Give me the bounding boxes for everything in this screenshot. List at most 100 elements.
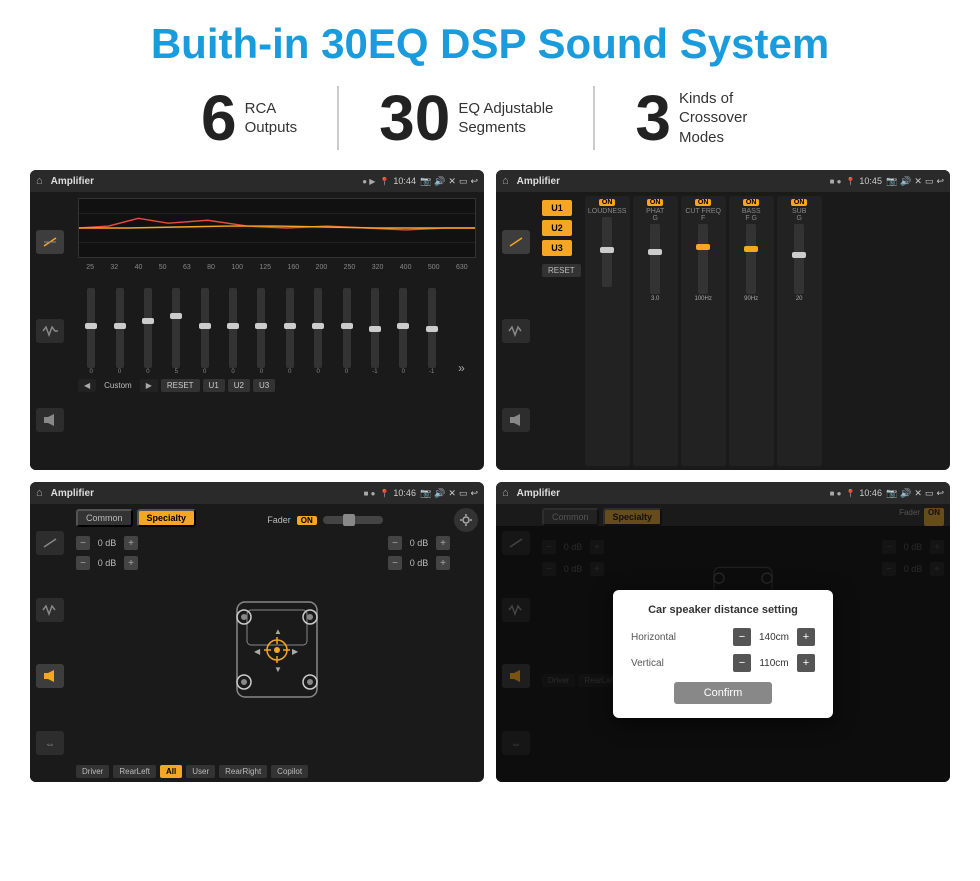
fader-slider[interactable] (323, 516, 383, 524)
amp-sub-slider[interactable] (794, 224, 804, 294)
dialog-horizontal-minus[interactable]: − (733, 628, 751, 646)
cross-db1-minus[interactable]: − (76, 536, 90, 550)
amp-bass-on[interactable]: ON (743, 199, 760, 206)
cross-db3-minus[interactable]: − (388, 536, 402, 550)
eq-slider-8[interactable]: 0 (314, 288, 322, 375)
car-diagram: ▲ ▼ ◀ ▶ (174, 536, 380, 757)
amp-u2-button[interactable]: U2 (542, 220, 572, 236)
eq-u2-button[interactable]: U2 (228, 379, 250, 392)
cross-db-row-4: − 0 dB + (388, 556, 478, 570)
cross-copilot-btn[interactable]: Copilot (271, 765, 308, 778)
amp-u1-button[interactable]: U1 (542, 200, 572, 216)
dialog-horizontal-controls: − 140cm + (733, 628, 815, 646)
volume-icon: 🔊 (434, 176, 445, 187)
cross-sidebar-eq-icon[interactable] (36, 531, 64, 555)
amp-sub-on[interactable]: ON (791, 199, 808, 206)
cross-db4-minus[interactable]: − (388, 556, 402, 570)
screen-amp: ⌂ Amplifier ■ ● 📍 10:45 📷 🔊 ✕ ▭ ↩ (496, 170, 950, 470)
cross-db4-val: 0 dB (404, 558, 434, 568)
window-icon: ▭ (459, 176, 468, 187)
eq-time: 10:44 (393, 176, 416, 186)
dialog-confirm-button[interactable]: Confirm (674, 682, 773, 704)
cross-db2-minus[interactable]: − (76, 556, 90, 570)
eq-slider-12[interactable]: -1 (428, 288, 436, 375)
cross-time: 10:46 (393, 488, 416, 498)
cross-db2-plus[interactable]: + (124, 556, 138, 570)
dialog-horizontal-plus[interactable]: + (797, 628, 815, 646)
eq-slider-0[interactable]: 0 (87, 288, 95, 375)
amp-cutfreq-slider[interactable] (698, 224, 708, 294)
cross-sidebar-speaker-icon[interactable] (36, 664, 64, 688)
freq-32: 32 (110, 264, 118, 271)
dialog-dots: ■ ● (830, 489, 842, 498)
cross-sidebar-wave-icon[interactable] (36, 598, 64, 622)
amp-bass-slider[interactable] (746, 224, 756, 294)
cross-icons: 📷 🔊 ✕ ▭ ↩ (420, 488, 478, 499)
cross-sidebar-arrows-icon[interactable]: ⇔ (36, 731, 64, 755)
cross-bottom-buttons: Driver RearLeft All User RearRight Copil… (76, 765, 478, 778)
cross-all-btn[interactable]: All (160, 765, 182, 778)
eq-slider-2[interactable]: 0 (144, 288, 152, 375)
dialog-box: Car speaker distance setting Horizontal … (613, 590, 833, 718)
amp-phat-slider[interactable] (650, 224, 660, 294)
amp-home-icon: ⌂ (502, 175, 509, 187)
eq-slider-5[interactable]: 0 (229, 288, 237, 375)
eq-reset-button[interactable]: RESET (161, 379, 200, 392)
fader-on-badge[interactable]: ON (297, 516, 317, 525)
amp-loudness-on[interactable]: ON (599, 199, 616, 206)
amp-phat-on[interactable]: ON (647, 199, 664, 206)
cross-db3-plus[interactable]: + (436, 536, 450, 550)
eq-next-button[interactable]: ▶ (140, 379, 158, 392)
eq-sidebar-speaker-icon[interactable] (36, 408, 64, 432)
dialog-volume-icon: 🔊 (900, 488, 911, 499)
dialog-status-bar: ⌂ Amplifier ■ ● 📍 10:46 📷 🔊 ✕ ▭ ↩ (496, 482, 950, 504)
cross-back-icon: ↩ (470, 488, 478, 499)
amp-cutfreq-on[interactable]: ON (695, 199, 712, 206)
amp-reset-button[interactable]: RESET (542, 264, 581, 277)
freq-250: 250 (344, 264, 356, 271)
amp-sidebar-speaker-icon[interactable] (502, 408, 530, 432)
amp-status-bar: ⌂ Amplifier ■ ● 📍 10:45 📷 🔊 ✕ ▭ ↩ (496, 170, 950, 192)
cross-tab-common[interactable]: Common (76, 509, 133, 527)
cross-db4-plus[interactable]: + (436, 556, 450, 570)
eq-slider-3[interactable]: 5 (172, 288, 180, 375)
eq-slider-11[interactable]: 0 (399, 288, 407, 375)
cross-driver-btn[interactable]: Driver (76, 765, 109, 778)
eq-slider-9[interactable]: 0 (343, 288, 351, 375)
amp-u3-button[interactable]: U3 (542, 240, 572, 256)
eq-u1-button[interactable]: U1 (203, 379, 225, 392)
eq-slider-4[interactable]: 0 (201, 288, 209, 375)
eq-slider-10[interactable]: -1 (371, 288, 379, 375)
cross-settings-icon[interactable] (454, 508, 478, 532)
amp-loudness-slider[interactable] (602, 217, 612, 287)
amp-sidebar-eq-icon[interactable] (502, 230, 530, 254)
eq-slider-1[interactable]: 0 (116, 288, 124, 375)
stat-cross: 3 Kinds ofCrossover Modes (595, 86, 819, 150)
eq-slider-7[interactable]: 0 (286, 288, 294, 375)
cross-dots: ■ ● (364, 489, 376, 498)
cross-screen-content: ⇔ Common Specialty Fader ON (30, 504, 484, 782)
freq-500: 500 (428, 264, 440, 271)
eq-slider-6[interactable]: 0 (257, 288, 265, 375)
dialog-vertical-plus[interactable]: + (797, 654, 815, 672)
eq-sidebar-eq-icon[interactable] (36, 230, 64, 254)
amp-sidebar-wave-icon[interactable] (502, 319, 530, 343)
freq-125: 125 (259, 264, 271, 271)
cross-tab-specialty[interactable]: Specialty (137, 509, 197, 527)
eq-u3-button[interactable]: U3 (253, 379, 275, 392)
cross-db1-plus[interactable]: + (124, 536, 138, 550)
eq-sidebar-wave-icon[interactable] (36, 319, 64, 343)
cross-rearright-btn[interactable]: RearRight (219, 765, 267, 778)
amp-cutfreq-channel: ON CUT FREQ F 100Hz (681, 196, 726, 466)
cross-rearleft-btn[interactable]: RearLeft (113, 765, 156, 778)
stats-row: 6 RCAOutputs 30 EQ AdjustableSegments 3 … (30, 86, 950, 150)
cross-status-bar: ⌂ Amplifier ■ ● 📍 10:46 📷 🔊 ✕ ▭ ↩ (30, 482, 484, 504)
eq-prev-button[interactable]: ◀ (78, 379, 96, 392)
dialog-vertical-minus[interactable]: − (733, 654, 751, 672)
amp-loudness-label: LOUDNESS (588, 208, 627, 215)
dialog-location-icon: 📍 (845, 489, 855, 498)
cross-user-btn[interactable]: User (186, 765, 215, 778)
cross-main-area: Common Specialty Fader ON (70, 504, 484, 782)
svg-text:▼: ▼ (274, 665, 282, 674)
eq-slider-expand[interactable]: » (456, 361, 467, 375)
